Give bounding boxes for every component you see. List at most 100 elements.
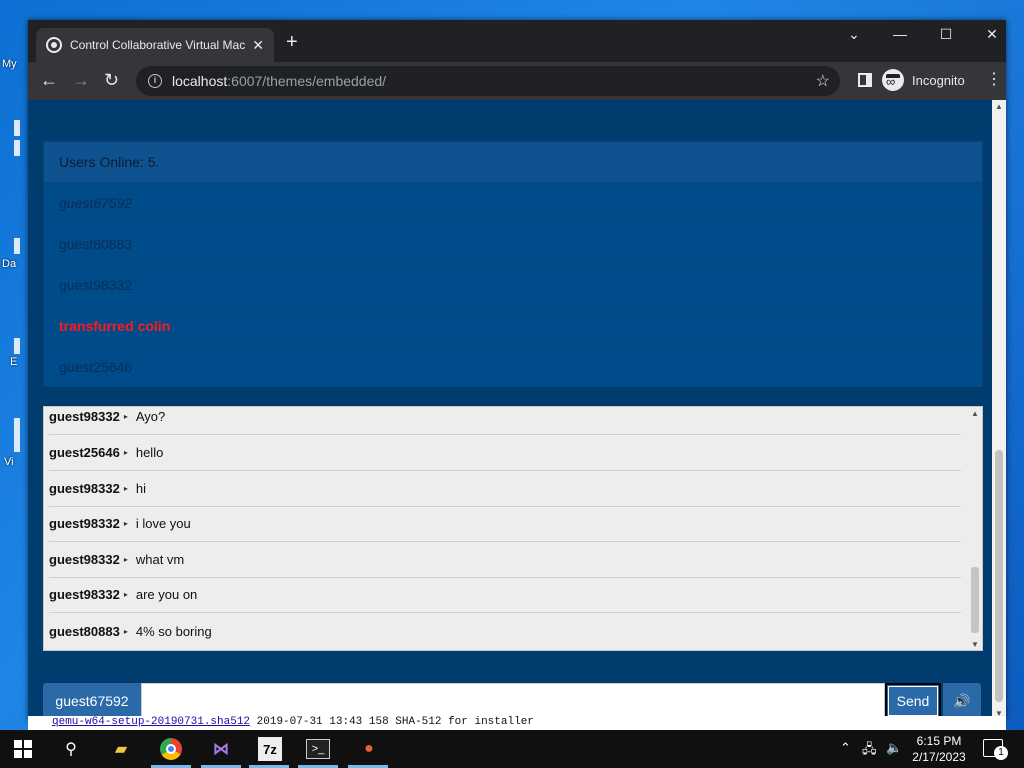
chat-message: guest98332 ▸ what vm [49, 542, 961, 578]
file-details: 2019-07-31 13:43 158 SHA-512 for install… [250, 716, 534, 728]
7zip-icon[interactable]: 7z [258, 737, 282, 761]
users-online-panel: Users Online: 5. guest67592 guest80883 g… [43, 141, 983, 387]
user-list-item[interactable]: guest67592 [44, 182, 982, 223]
chat-text: hello [135, 445, 164, 460]
caret-right-icon: ▸ [123, 448, 128, 457]
page-scrollbar[interactable]: ▲ ▼ [992, 100, 1006, 720]
send-button[interactable]: Send [885, 683, 941, 719]
chat-username: guest98332 [49, 552, 120, 567]
chrome-icon[interactable] [158, 736, 184, 762]
chat-text: what vm [135, 552, 185, 567]
chat-username: guest98332 [49, 587, 120, 602]
chevron-up-icon[interactable]: ⌃ [840, 740, 851, 756]
volume-icon[interactable]: 🔊 [943, 683, 981, 719]
chat-text: hi [135, 481, 146, 496]
visual-studio-icon[interactable]: ⋈ [208, 736, 234, 762]
address-bar[interactable]: i localhost :6007/themes/embedded/ ☆ [136, 66, 840, 96]
browser-tab[interactable]: Control Collaborative Virtual Machine ✕ [36, 28, 274, 62]
scroll-up-icon[interactable]: ▲ [995, 102, 1003, 111]
tab-search-icon[interactable]: ⌄ [840, 26, 868, 43]
chat-message-input[interactable] [141, 683, 885, 719]
notification-count: 1 [994, 746, 1008, 760]
globe-icon [46, 37, 62, 53]
file-link[interactable]: qemu-w64-setup-20190731.sha512 [52, 716, 250, 728]
info-icon[interactable]: i [148, 74, 162, 88]
side-panel-icon[interactable] [858, 73, 872, 87]
scroll-up-icon[interactable]: ▲ [971, 409, 979, 418]
chat-username: guest98332 [49, 516, 120, 531]
chat-scrollbar[interactable]: ▲ ▼ [968, 407, 982, 650]
speaker-icon[interactable]: 🔈 [886, 740, 902, 756]
firefox-icon[interactable]: ● [356, 736, 382, 762]
chat-username: guest25646 [49, 445, 120, 460]
username-button[interactable]: guest67592 [43, 683, 141, 719]
tab-strip: Control Collaborative Virtual Machine ✕ … [28, 20, 1006, 62]
tab-title: Control Collaborative Virtual Machine [70, 38, 246, 52]
page-scrollbar-thumb[interactable] [995, 450, 1003, 702]
chat-message: guest98332 ▸ are you on [49, 577, 961, 613]
search-icon[interactable]: ⚲ [58, 736, 84, 762]
maximize-icon[interactable]: ☐ [932, 26, 960, 43]
clock-date: 2/17/2023 [912, 750, 966, 764]
caret-right-icon: ▸ [123, 484, 128, 493]
chat-text: 4% so boring [135, 623, 212, 639]
browser-window: Control Collaborative Virtual Machine ✕ … [28, 20, 1006, 720]
chat-text: i love you [135, 516, 191, 531]
url-path: :6007/themes/embedded/ [227, 73, 387, 89]
chat-username: guest98332 [49, 481, 120, 496]
minimize-icon[interactable]: — [886, 26, 914, 42]
close-tab-icon[interactable]: ✕ [252, 37, 264, 54]
incognito-icon [882, 69, 904, 91]
user-list-item[interactable]: transfurred colin [44, 305, 982, 346]
desktop-label: My [2, 58, 17, 70]
caret-right-icon: ▸ [123, 412, 128, 421]
notification-center-icon[interactable]: 1 [983, 739, 1008, 760]
chat-username: guest80883 [49, 623, 120, 639]
kebab-menu-icon[interactable]: ⋮ [986, 71, 1002, 89]
desktop-label: Vi [4, 456, 14, 468]
desktop-shortcut-icon[interactable] [14, 238, 20, 254]
chat-log[interactable]: guest98332 ▸ Ayo? guest25646 ▸ hello gue… [43, 406, 983, 651]
caret-right-icon: ▸ [123, 519, 128, 528]
chat-input-bar: guest67592 Send 🔊 [43, 683, 983, 719]
file-explorer-icon[interactable]: ▰ [108, 736, 134, 762]
user-list-item[interactable]: guest25646 [44, 346, 982, 387]
chat-message: guest98332 ▸ Ayo? [49, 407, 961, 435]
url-host: localhost [172, 73, 228, 89]
scroll-down-icon[interactable]: ▼ [971, 640, 979, 649]
new-tab-button[interactable]: + [286, 32, 298, 52]
desktop-label: E [10, 356, 18, 368]
desktop-shortcut-icon[interactable] [14, 140, 20, 156]
terminal-icon[interactable]: >_ [306, 739, 330, 759]
chat-text: are you on [135, 587, 198, 602]
desktop-shortcut-icon[interactable] [14, 120, 20, 136]
caret-right-icon: ▸ [123, 555, 128, 564]
page-content: Users Online: 5. guest67592 guest80883 g… [28, 100, 1006, 720]
clock-time: 6:15 PM [916, 734, 962, 748]
forward-arrow-icon[interactable]: → [72, 70, 90, 90]
incognito-label: Incognito [912, 72, 965, 88]
caret-right-icon: ▸ [123, 626, 128, 636]
chat-message: guest80883 ▸ 4% so boring [49, 613, 961, 649]
browser-toolbar: ← → ↻ i localhost :6007/themes/embedded/… [28, 62, 1006, 100]
bookmark-star-icon[interactable]: ☆ [816, 71, 830, 91]
desktop-shortcut-icon[interactable] [14, 338, 20, 354]
close-window-icon[interactable]: ✕ [978, 26, 1006, 43]
reload-icon[interactable]: ↻ [104, 70, 119, 90]
chat-scrollbar-thumb[interactable] [971, 567, 979, 633]
network-icon[interactable]: 🖧 [862, 740, 877, 762]
desktop-shortcut-icon[interactable] [14, 418, 20, 452]
windows-start-icon[interactable] [14, 740, 32, 758]
user-list-item[interactable]: guest98332 [44, 264, 982, 305]
desktop-label: Da [2, 258, 17, 270]
chat-username: guest98332 [49, 409, 120, 424]
back-arrow-icon[interactable]: ← [40, 70, 58, 90]
caret-right-icon: ▸ [123, 590, 128, 599]
taskbar: ⚲ ▰ ⋈ 7z >_ ● ⌃ 🖧 🔈 6:15 PM 2/17/2023 1 [0, 730, 1024, 768]
user-list-item[interactable]: guest80883 [44, 223, 982, 264]
background-window-text: qemu-w64-setup-20190731.sha512 2019-07-3… [28, 716, 1006, 730]
chat-message: guest25646 ▸ hello [49, 435, 961, 471]
incognito-indicator[interactable]: Incognito [882, 69, 965, 91]
system-clock[interactable]: 6:15 PM 2/17/2023 [904, 733, 974, 765]
chat-message: guest98332 ▸ hi [49, 471, 961, 507]
